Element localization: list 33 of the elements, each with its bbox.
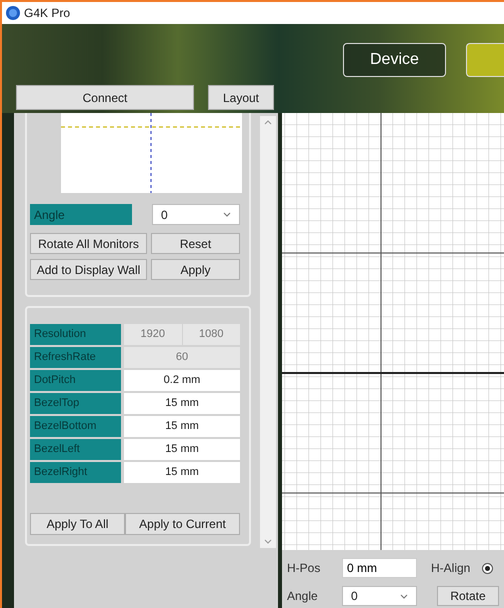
- property-label: BezelLeft: [30, 439, 121, 460]
- property-label: RefreshRate: [30, 347, 121, 368]
- hpos-field[interactable]: 0 mm: [342, 558, 417, 578]
- device-button[interactable]: Device: [343, 43, 446, 77]
- rotate-button[interactable]: Rotate: [437, 586, 499, 606]
- input-field[interactable]: 0.2 mm: [124, 370, 240, 391]
- angle-select[interactable]: 0: [342, 586, 417, 606]
- window-title: G4K Pro: [24, 5, 70, 22]
- button[interactable]: Connect: [16, 85, 194, 110]
- input-field[interactable]: 15 mm: [124, 462, 240, 483]
- property-label: DotPitch: [30, 370, 121, 391]
- readonly-value: 60: [124, 347, 240, 368]
- angle-select[interactable]: 0: [152, 204, 240, 225]
- button[interactable]: Add to Display Wall: [30, 259, 147, 280]
- readonly-value: 1920: [124, 324, 182, 345]
- button[interactable]: Apply To All: [30, 513, 125, 535]
- button[interactable]: Rotate All Monitors: [30, 233, 147, 254]
- property-label: Resolution: [30, 324, 121, 345]
- property-label: BezelTop: [30, 393, 121, 414]
- button[interactable]: Layout: [208, 85, 274, 110]
- hpos-label: H-Pos: [287, 560, 322, 577]
- input-field[interactable]: 15 mm: [124, 393, 240, 414]
- button[interactable]: Apply: [151, 259, 240, 280]
- button[interactable]: Reset: [151, 233, 240, 254]
- input-field[interactable]: 15 mm: [124, 439, 240, 460]
- angle-label: Angle: [287, 588, 319, 605]
- readonly-value: 1080: [182, 324, 240, 345]
- button[interactable]: Apply to Current: [125, 513, 240, 535]
- angle-label: Angle: [30, 204, 132, 225]
- property-label: BezelBottom: [30, 416, 121, 437]
- input-field[interactable]: 15 mm: [124, 416, 240, 437]
- property-label: BezelRight: [30, 462, 121, 483]
- halign-label: H-Align: [431, 560, 470, 577]
